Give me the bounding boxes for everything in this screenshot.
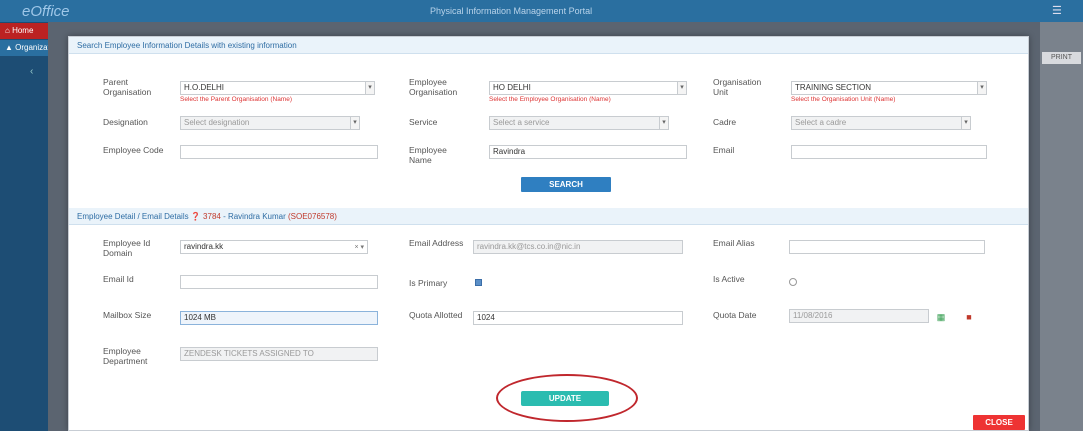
- cadre-label: Cadre: [713, 117, 737, 127]
- designation-label: Designation: [103, 117, 148, 127]
- org-unit-label: Organisation Unit: [713, 77, 762, 97]
- emp-org-label: Employee Organisation: [409, 77, 458, 97]
- quota-date-label: Quota Date: [713, 310, 757, 320]
- is-active-label: Is Active: [713, 274, 745, 284]
- mailbox-input[interactable]: 1024 MB: [180, 311, 378, 325]
- chevron-down-icon[interactable]: ▾: [365, 82, 374, 94]
- service-select[interactable]: Select a service ▾: [489, 116, 669, 130]
- is-primary-label: Is Primary: [409, 278, 448, 288]
- org-unit-error: Select the Organisation Unit (Name): [791, 96, 896, 103]
- chevron-down-icon[interactable]: ▾: [977, 82, 986, 94]
- collapse-arrow-icon[interactable]: ‹: [0, 66, 48, 77]
- service-label: Service: [409, 117, 438, 127]
- right-panel: PRINT: [1040, 22, 1083, 431]
- emp-name-label: Employee Name: [409, 145, 447, 165]
- search-button[interactable]: SEARCH: [521, 177, 611, 192]
- chevron-down-icon[interactable]: ▾: [677, 82, 686, 94]
- close-button[interactable]: CLOSE: [973, 415, 1025, 430]
- quota-input[interactable]: 1024: [473, 311, 683, 325]
- quota-label: Quota Allotted: [409, 310, 463, 320]
- parent-org-select[interactable]: H.O.DELHI ▾: [180, 81, 375, 95]
- org-unit-select[interactable]: TRAINING SECTION ▾: [791, 81, 987, 95]
- email-address-label: Email Address: [409, 238, 464, 248]
- chevron-down-icon[interactable]: ▾: [350, 117, 359, 129]
- trash-icon[interactable]: ■: [963, 311, 975, 323]
- app-title: Physical Information Management Portal: [430, 6, 593, 16]
- cadre-select[interactable]: Select a cadre ▾: [791, 116, 971, 130]
- employee-search-modal: Search Employee Information Details with…: [68, 36, 1029, 431]
- email-label: Email: [713, 145, 735, 155]
- chevron-down-icon[interactable]: ▾: [961, 117, 970, 129]
- email-id-input[interactable]: [180, 275, 378, 289]
- email-alias-input[interactable]: [789, 240, 985, 254]
- emp-org-select[interactable]: HO DELHI ▾: [489, 81, 687, 95]
- sidebar: ⌂ Home ▲ Organization ‹: [0, 22, 48, 431]
- print-button[interactable]: PRINT: [1042, 52, 1081, 64]
- calendar-icon[interactable]: ▦: [935, 311, 947, 323]
- parent-org-label: Parent Organisation: [103, 77, 152, 97]
- email-id-label: Email Id: [103, 274, 134, 284]
- emp-name-input[interactable]: Ravindra: [489, 145, 687, 159]
- chevron-down-icon[interactable]: ▾: [659, 117, 668, 129]
- email-input[interactable]: [791, 145, 987, 159]
- emp-code-label: Employee Code: [103, 145, 164, 155]
- search-section-header: Search Employee Information Details with…: [69, 37, 1028, 54]
- email-address-field: ravindra.kk@tcs.co.in@nic.in: [473, 240, 683, 254]
- emp-code-input[interactable]: [180, 145, 378, 159]
- emp-org-error: Select the Employee Organisation (Name): [489, 96, 611, 103]
- update-button[interactable]: UPDATE: [521, 391, 609, 406]
- department-field[interactable]: ZENDESK TICKETS ASSIGNED TO: [180, 347, 378, 361]
- details-section-header: Employee Detail / Email Details ❓ 3784 -…: [69, 208, 1028, 225]
- sidebar-item-home[interactable]: ⌂ Home: [0, 23, 48, 39]
- emp-id-select[interactable]: ravindra.kk × ▾: [180, 240, 368, 254]
- upload-label: Employee Department: [103, 346, 148, 366]
- sidebar-item-organization[interactable]: ▲ Organization: [0, 40, 48, 56]
- quota-date-input[interactable]: 11/08/2016: [789, 309, 929, 323]
- app-logo: eOffice: [22, 3, 70, 20]
- designation-select[interactable]: Select designation ▾: [180, 116, 360, 130]
- is-active-radio[interactable]: [789, 278, 797, 286]
- emp-id-label: Employee Id Domain: [103, 238, 151, 258]
- parent-org-error: Select the Parent Organisation (Name): [180, 96, 292, 103]
- close-icon[interactable]: × ▾: [354, 242, 364, 253]
- top-bar: eOffice Physical Information Management …: [0, 0, 1083, 22]
- is-primary-checkbox[interactable]: [475, 279, 482, 286]
- email-alias-label: Email Alias: [713, 238, 755, 248]
- alert-icon: ❓: [190, 212, 201, 221]
- mailbox-label: Mailbox Size: [103, 310, 152, 320]
- hamburger-icon[interactable]: ☰: [1052, 4, 1062, 17]
